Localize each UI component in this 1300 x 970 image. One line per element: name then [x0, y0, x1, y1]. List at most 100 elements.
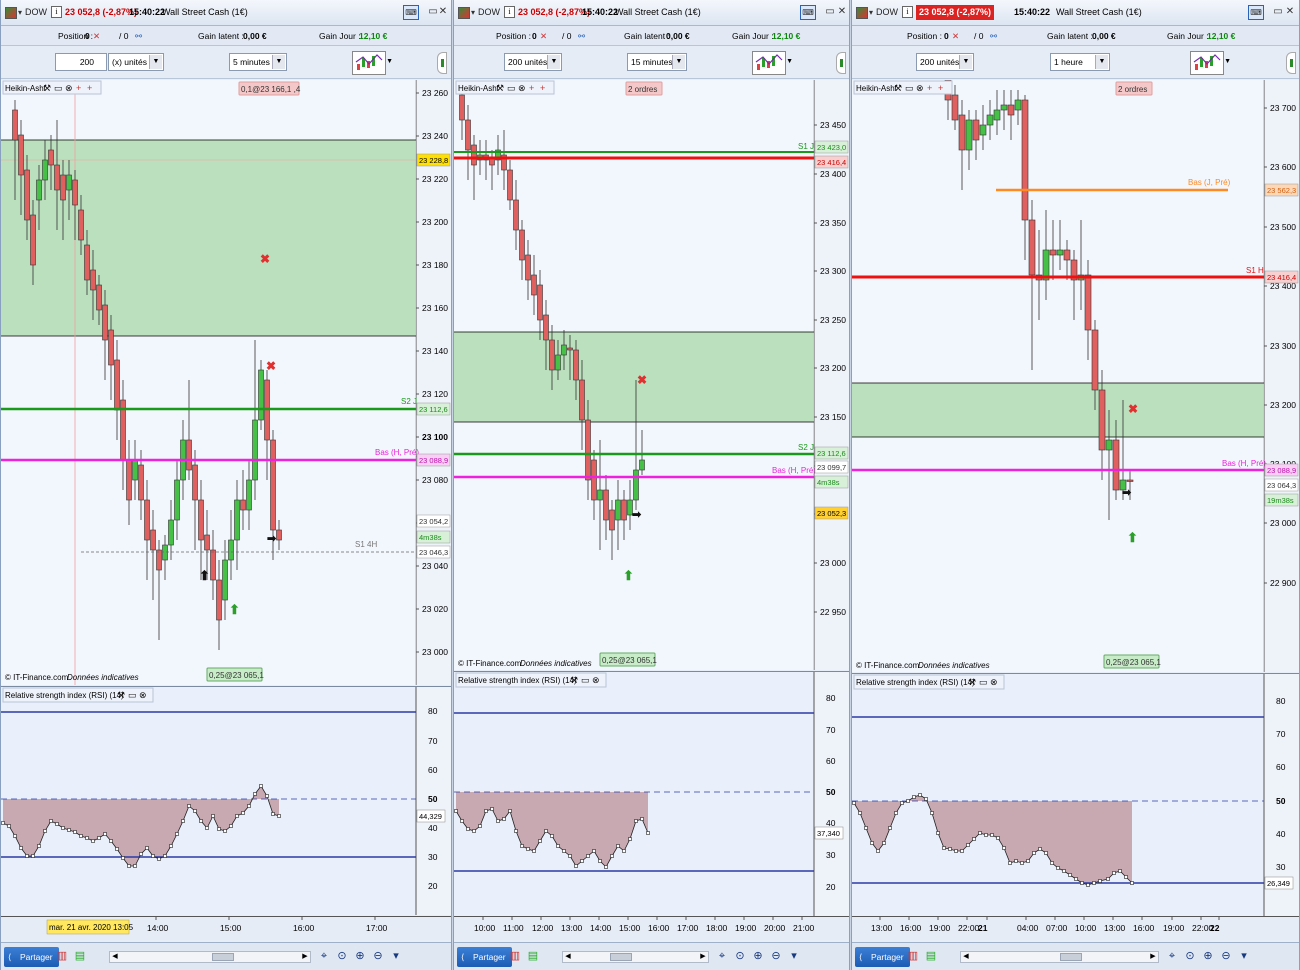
scroll-thumb[interactable] [1060, 953, 1082, 961]
zoom-menu-icon[interactable]: ▾ [787, 949, 801, 963]
scroll-right-icon[interactable]: ▶ [300, 951, 310, 963]
link-icon[interactable]: ⚯ [578, 31, 585, 42]
bars-icon[interactable]: ▤ [924, 949, 938, 963]
rsi-chart[interactable]: Relative strength index (RSI) (14)⚒ ▭ ⊗ 80 7… [852, 673, 1299, 916]
keyboard-icon[interactable]: ⌨ [1248, 5, 1264, 20]
wrench-icon[interactable]: ⚒ [117, 690, 125, 700]
symbol-label[interactable]: DOW [478, 7, 500, 17]
close-icon[interactable]: ⊗ [518, 83, 526, 93]
close-icon[interactable]: ✕ [435, 5, 451, 20]
horizontal-scrollbar[interactable]: ◀ ▶ [109, 951, 311, 963]
units-select[interactable]: 200 unités ▼ [504, 53, 562, 71]
zoom-reset-icon[interactable]: ⊙ [335, 949, 349, 963]
add-icon[interactable]: + [938, 83, 943, 93]
order-marker-icon[interactable]: ✖ [266, 359, 276, 373]
link-icon[interactable]: ⚯ [135, 31, 142, 42]
units-select[interactable]: (x) unités ▼ [108, 53, 164, 71]
scroll-left-icon[interactable]: ◀ [563, 951, 573, 963]
candles-icon[interactable]: ▥ [508, 949, 522, 963]
rsi-panel[interactable]: Relative strength index (RSI) (14) ⚒ ▭ ⊗ 80 7… [852, 673, 1299, 916]
close-icon[interactable]: ✕ [1282, 5, 1298, 20]
chevron-down-icon[interactable]: ▼ [1095, 55, 1108, 69]
zoom-fit-icon[interactable]: ⌖ [1165, 949, 1179, 963]
keyboard-icon[interactable]: ⌨ [403, 5, 419, 20]
wrench-icon[interactable]: ⚒ [570, 675, 578, 685]
side-panel-toggle[interactable] [437, 52, 447, 74]
candles-icon[interactable]: ▥ [55, 949, 69, 963]
window-icon[interactable]: ▭ [979, 677, 988, 687]
scroll-right-icon[interactable]: ▶ [698, 951, 708, 963]
order-marker-icon[interactable]: ✖ [1128, 402, 1138, 416]
chart-type-button[interactable]: ▼ [352, 51, 393, 75]
window-icon[interactable] [856, 7, 868, 19]
rsi-legend[interactable]: Relative strength index (RSI) (14)⚒ ▭ ⊗ [2, 687, 154, 703]
zoom-in-icon[interactable]: ⊕ [353, 949, 367, 963]
window-icon[interactable]: ▭ [905, 83, 914, 93]
window-icon[interactable]: ▭ [128, 690, 137, 700]
window-icon[interactable] [458, 7, 470, 19]
close-icon[interactable]: ✕ [834, 5, 849, 20]
close-icon[interactable]: ⊗ [139, 690, 147, 700]
add-icon[interactable]: + [927, 83, 932, 93]
chart-type-button[interactable]: ▼ [752, 51, 793, 75]
window-icon[interactable]: ▭ [581, 675, 590, 685]
chevron-down-icon[interactable]: ▼ [149, 55, 162, 69]
price-chart-panel[interactable]: S1 J S2 J Bas (H, Pré) ✖ ⬆ ➡ Heikin-Ashi ⚒ ▭ ⊗ + +2… [454, 80, 849, 670]
scroll-left-icon[interactable]: ◀ [110, 951, 120, 963]
symbol-label[interactable]: DOW [876, 7, 898, 17]
zoom-reset-icon[interactable]: ⊙ [1183, 949, 1197, 963]
period-select[interactable]: 1 heure ▼ [1050, 53, 1110, 71]
close-icon[interactable]: ⊗ [916, 83, 924, 93]
order-marker-icon[interactable]: ✖ [637, 373, 647, 387]
indicator-legend[interactable]: Heikin-Ashi⚒ ▭ ⊗ + + [853, 80, 953, 95]
share-button[interactable]: ⟨ Partager [457, 947, 512, 967]
candles-icon[interactable]: ▥ [906, 949, 920, 963]
wrench-icon[interactable]: ⚒ [43, 83, 51, 93]
scroll-left-icon[interactable]: ◀ [961, 951, 971, 963]
zoom-in-icon[interactable]: ⊕ [751, 949, 765, 963]
share-button[interactable]: ⟨ Partager [855, 947, 910, 967]
bars-icon[interactable]: ▤ [73, 949, 87, 963]
info-icon[interactable]: i [504, 6, 515, 18]
close-icon[interactable]: ⊗ [592, 675, 600, 685]
scroll-thumb[interactable] [212, 953, 234, 961]
zoom-out-icon[interactable]: ⊖ [769, 949, 783, 963]
zoom-menu-icon[interactable]: ▾ [389, 949, 403, 963]
rsi-chart[interactable]: Relative strength index (RSI) (14)⚒ ▭ ⊗ 80 7… [1, 686, 451, 915]
keyboard-icon[interactable]: ⌨ [800, 5, 816, 20]
quantity-stepper[interactable]: 200 [55, 53, 107, 71]
bars-icon[interactable]: ▤ [526, 949, 540, 963]
chevron-down-icon[interactable]: ▼ [547, 55, 560, 69]
period-select[interactable]: 5 minutes ▼ [229, 53, 287, 71]
side-panel-toggle[interactable] [1286, 52, 1296, 74]
add-icon[interactable]: + [529, 83, 534, 93]
add-icon[interactable]: + [76, 83, 81, 93]
window-icon[interactable]: ▭ [54, 83, 63, 93]
indicator-legend[interactable]: Heikin-Ashi⚒ ▭ ⊗ + + [2, 80, 102, 95]
price-chart[interactable]: S1 JS2 JBas (H, Pré)✖⬆➡Heikin-Ashi⚒ ▭ ⊗ + +2… [454, 80, 849, 670]
zoom-menu-icon[interactable]: ▾ [1237, 949, 1251, 963]
close-position-icon[interactable]: ✕ [952, 31, 959, 42]
zoom-fit-icon[interactable]: ⌖ [317, 949, 331, 963]
close-icon[interactable]: ⊗ [990, 677, 998, 687]
side-panel-toggle[interactable] [836, 52, 846, 74]
horizontal-scrollbar[interactable]: ◀ ▶ [562, 951, 709, 963]
chevron-down-icon[interactable]: ▾ [471, 8, 475, 17]
price-chart-panel[interactable]: Bas (J, Pré) S1 H Bas (H, Pré) ✖ ⬆ ➡ Heikin-As… [852, 80, 1299, 672]
close-position-icon[interactable]: ✕ [540, 31, 547, 42]
chevron-down-icon[interactable]: ▼ [272, 55, 285, 69]
period-select[interactable]: 15 minutes ▼ [627, 53, 687, 71]
zoom-fit-icon[interactable]: ⌖ [715, 949, 729, 963]
wrench-icon[interactable]: ⚒ [496, 83, 504, 93]
chevron-down-icon[interactable]: ▾ [869, 8, 873, 17]
zoom-in-icon[interactable]: ⊕ [1201, 949, 1215, 963]
units-select[interactable]: 200 unités ▼ [916, 53, 974, 71]
info-icon[interactable]: i [51, 6, 62, 18]
zoom-out-icon[interactable]: ⊖ [371, 949, 385, 963]
wrench-icon[interactable]: ⚒ [894, 83, 902, 93]
horizontal-scrollbar[interactable]: ◀ ▶ [960, 951, 1159, 963]
rsi-chart[interactable]: Relative strength index (RSI) (14)⚒ ▭ ⊗ 80 7… [454, 671, 849, 916]
add-icon[interactable]: + [87, 83, 92, 93]
window-icon[interactable] [5, 7, 17, 19]
close-icon[interactable]: ⊗ [65, 83, 73, 93]
